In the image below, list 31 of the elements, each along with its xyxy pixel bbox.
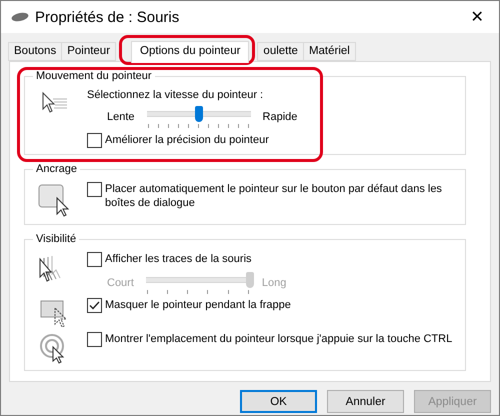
slider-max-label: Rapide [262,111,298,123]
checkbox[interactable] [87,182,102,197]
close-button[interactable]: ✕ [455,1,499,33]
group-title: Mouvement du pointeur [33,70,155,82]
dialog-button[interactable]: OK [240,390,317,413]
group-title: Visibilité [33,233,80,245]
slider-max-label: Long [262,277,286,289]
checkbox-label: Améliorer la précision du pointeur [105,133,269,147]
slider-min-label: Lente [107,111,135,123]
group-title: Ancrage [33,163,80,175]
slider-thumb[interactable] [194,106,203,122]
tab[interactable]: Pointeur [61,42,116,61]
pointer-speed-icon [41,91,69,115]
tab[interactable]: Boutons [8,42,62,61]
button-pointer-icon [38,184,72,218]
window-title: Propriétés de : Souris [35,8,180,26]
checkbox[interactable] [87,252,102,267]
checkbox-label: Afficher les traces de la souris [105,252,252,266]
speed-label: Sélectionnez la vitesse du pointeur : [87,89,264,101]
checkbox-label: Placer automatiquement le pointeur sur le bouton par défaut dans les boîtes de dialogue [105,182,443,210]
dialog-button[interactable]: Annuler [327,390,404,413]
tab[interactable]: Matériel [302,42,356,61]
checkbox[interactable] [87,332,102,347]
tab[interactable]: Options du pointeur [131,41,250,63]
mouse-icon [11,12,29,22]
checkbox-label: Montrer l'emplacement du pointeur lorsque j'appuie sur la touche CTRL [105,332,452,346]
slider-min-label: Court [107,277,134,289]
checkbox-label: Masquer le pointeur pendant la frappe [105,298,291,312]
checkbox[interactable] [87,133,102,148]
checkbox[interactable] [87,298,102,313]
tab[interactable]: oulette [257,42,304,61]
